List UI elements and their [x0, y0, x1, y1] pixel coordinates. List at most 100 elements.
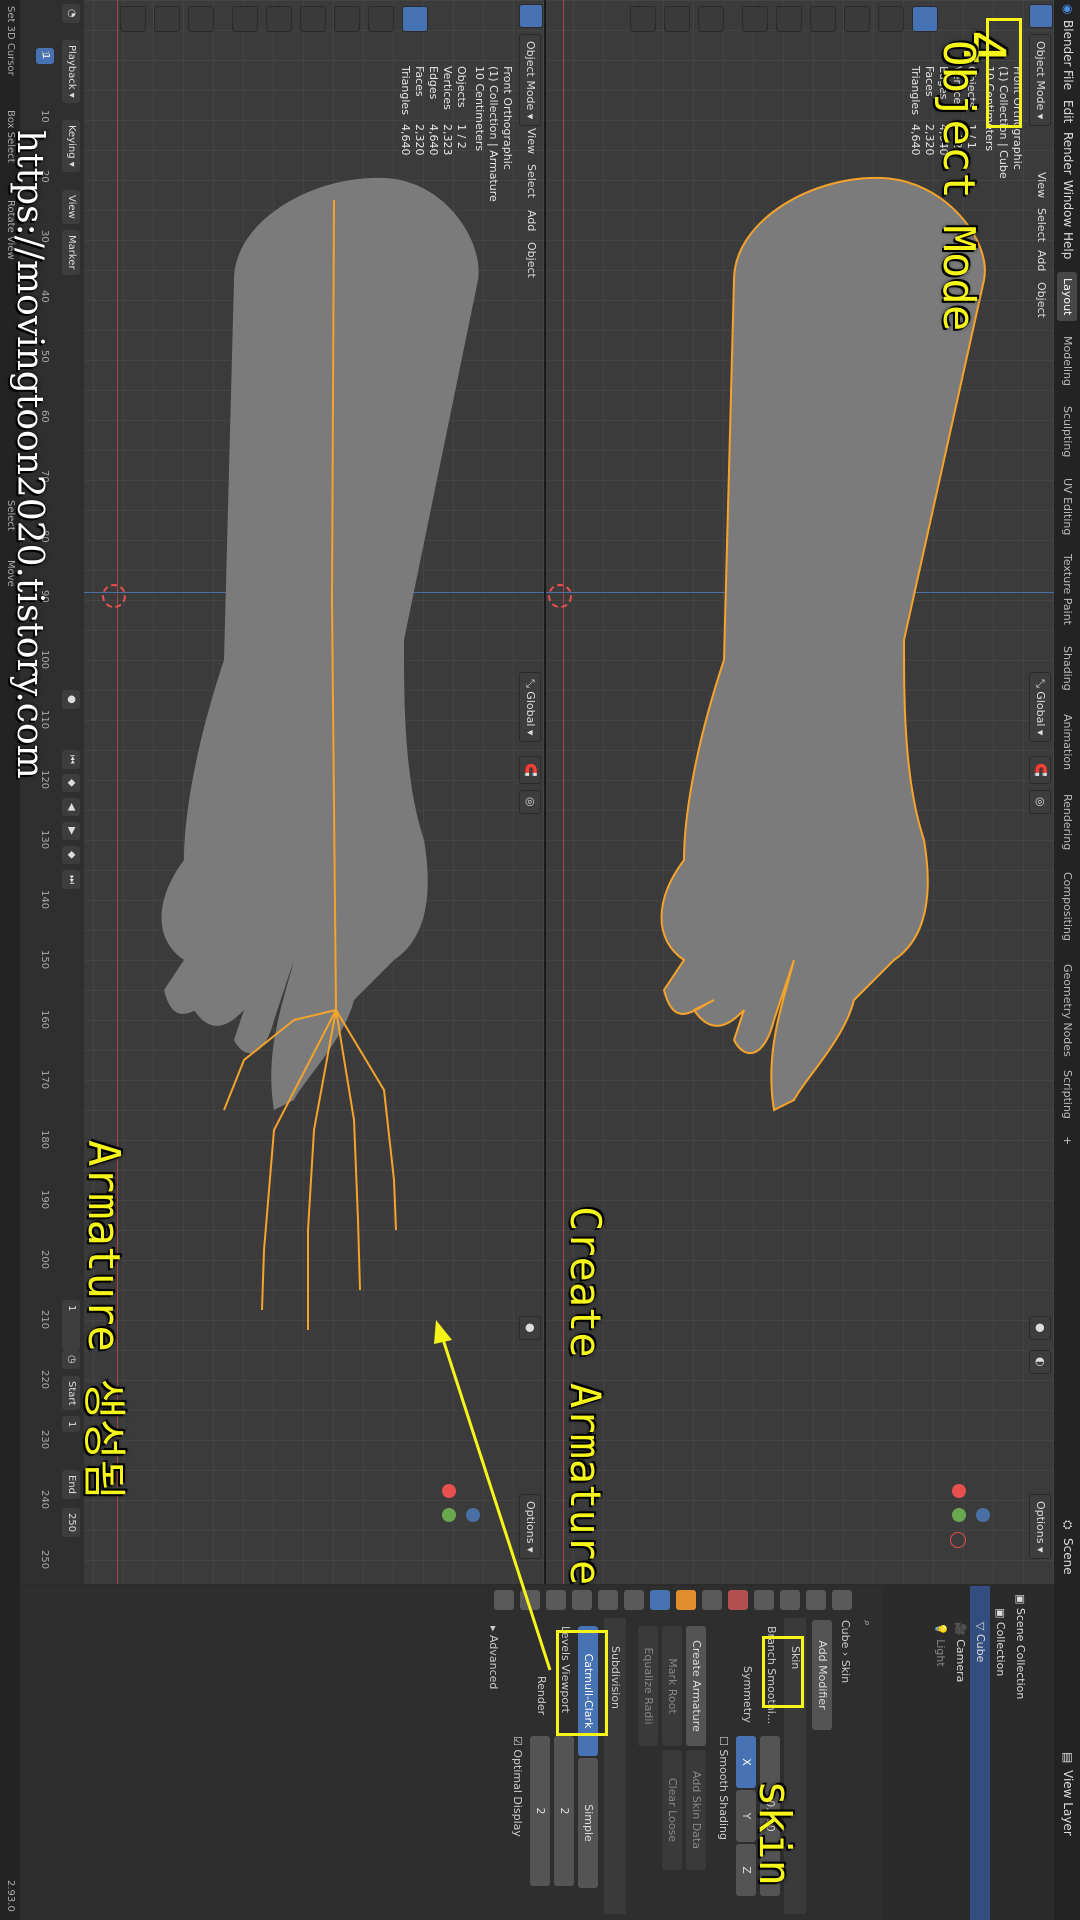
symmetry-label: Symmetry: [741, 1666, 754, 1724]
particles-tab-icon[interactable]: [624, 1590, 644, 1610]
frame-tick: 140: [39, 890, 50, 910]
frame-tick: 130: [39, 830, 50, 850]
status-set-cursor: Set 3D Cursor: [5, 6, 16, 76]
skin-highlight: [762, 1636, 804, 1708]
tab-rendering[interactable]: Rendering: [1057, 788, 1077, 856]
record-icon[interactable]: ●: [62, 690, 80, 709]
jump-end-icon[interactable]: ⏭: [62, 870, 80, 889]
frame-tick: 180: [39, 1130, 50, 1150]
jump-keyframe-back-icon[interactable]: ◆: [62, 774, 80, 792]
object-tab-icon[interactable]: [676, 1590, 696, 1610]
frame-tick: 190: [39, 1190, 50, 1210]
playback-menu[interactable]: Playback ▾: [62, 40, 80, 103]
view-layer-icon[interactable]: ▤: [1061, 1752, 1075, 1763]
armature-created-annotation: Armature 생성됨: [78, 1140, 129, 1500]
view-menu[interactable]: View: [62, 190, 80, 224]
app-title: Blender: [1061, 20, 1075, 67]
tab-layout[interactable]: Layout: [1057, 272, 1077, 322]
outliner-row-scene-collection[interactable]: ▣ Scene Collection: [1010, 1586, 1030, 1920]
menu-render[interactable]: Render: [1061, 132, 1075, 175]
outliner-row-collection[interactable]: ▣ Collection: [990, 1586, 1010, 1920]
render-levels-field[interactable]: 2: [530, 1736, 550, 1886]
scene-tab-icon[interactable]: [728, 1590, 748, 1610]
frame-tick: 170: [39, 1070, 50, 1090]
frame-tick: 160: [39, 1010, 50, 1030]
frame-tick: 220: [39, 1370, 50, 1390]
frame-tick: 250: [39, 1550, 50, 1570]
clear-loose-button[interactable]: Clear Loose: [662, 1750, 682, 1870]
marker-menu[interactable]: Marker: [62, 230, 80, 275]
jump-keyframe-forward-icon[interactable]: ◆: [62, 846, 80, 864]
search-icon[interactable]: ⌕: [860, 1620, 874, 1626]
outliner-row-camera[interactable]: 🎥 Camera: [950, 1586, 970, 1920]
create-armature-annotation: Create Armature: [561, 1206, 610, 1586]
tab-geometry-nodes[interactable]: Geometry Nodes: [1057, 958, 1077, 1063]
tab-shading[interactable]: Shading: [1057, 640, 1077, 697]
tab-compositing[interactable]: Compositing: [1057, 866, 1077, 947]
play-icon[interactable]: ▶: [62, 822, 80, 840]
menu-window[interactable]: Window: [1061, 180, 1075, 227]
world-tab-icon[interactable]: [702, 1590, 722, 1610]
frame-tick: 10: [39, 110, 50, 123]
output-tab-icon[interactable]: [780, 1590, 800, 1610]
create-armature-button[interactable]: Create Armature: [686, 1626, 706, 1746]
outliner-row-light[interactable]: 💡 Light: [930, 1586, 950, 1920]
tab-texture-paint[interactable]: Texture Paint: [1057, 548, 1077, 631]
skin-annotation: skin: [749, 1780, 800, 1886]
subdivision-modifier-name[interactable]: Subdivision: [609, 1646, 622, 1709]
equalize-radii-button[interactable]: Equalize Radii: [638, 1626, 658, 1746]
play-reverse-icon[interactable]: ◀: [62, 798, 80, 816]
watermark: https://movingtoon2020.tistory.com: [9, 130, 50, 779]
navigation-gizmo[interactable]: [924, 1480, 994, 1550]
breadcrumb: Cube › Skin: [839, 1620, 852, 1684]
constraints-tab-icon[interactable]: [572, 1590, 592, 1610]
modifier-tab-icon[interactable]: [650, 1590, 670, 1610]
frame-tick: 240: [39, 1490, 50, 1510]
keying-menu[interactable]: Keying ▾: [62, 120, 80, 172]
frame-tick: 150: [39, 950, 50, 970]
bone-pinky: [335, 1009, 397, 1231]
tab-animation[interactable]: Animation: [1057, 708, 1077, 776]
pointer-arrow: [434, 1320, 552, 1671]
menu-edit[interactable]: Edit: [1061, 100, 1075, 123]
editor-type-icon[interactable]: ◔: [62, 4, 80, 23]
frame-tick: 210: [39, 1310, 50, 1330]
render-tab-icon[interactable]: [806, 1590, 826, 1610]
blender-logo-icon[interactable]: ◉: [1061, 4, 1075, 14]
top-bar: ◉ Blender File Edit Render Window Help L…: [1054, 0, 1080, 1920]
tab-uv-editing[interactable]: UV Editing: [1057, 472, 1077, 541]
scene-icon[interactable]: ⛭: [1060, 1520, 1075, 1530]
frame-tick: 230: [39, 1430, 50, 1450]
jump-start-icon[interactable]: ⏮: [62, 750, 80, 769]
physics-tab-icon[interactable]: [598, 1590, 618, 1610]
version-label: 2.93.0: [5, 1880, 16, 1912]
arm-mesh[interactable]: [161, 177, 479, 1110]
outliner-row-cube[interactable]: ▽ Cube: [970, 1586, 990, 1920]
blender-window: ◉ Blender File Edit Render Window Help L…: [0, 0, 1080, 1920]
view-layer-selector[interactable]: View Layer: [1061, 1770, 1075, 1836]
levels-viewport-field[interactable]: 2: [554, 1736, 574, 1886]
menu-file[interactable]: File: [1061, 70, 1075, 90]
add-skin-data-button[interactable]: Add Skin Data: [686, 1750, 706, 1870]
smooth-shading-checkbox[interactable]: ☐ Smooth Shading: [717, 1736, 730, 1840]
view-layer-tab-icon[interactable]: [754, 1590, 774, 1610]
tool-tab-icon[interactable]: [832, 1590, 852, 1610]
create-armature-highlight: [556, 1630, 608, 1736]
add-modifier-button[interactable]: Add Modifier: [812, 1620, 832, 1730]
object-mode-highlight: [986, 18, 1022, 128]
menu-help[interactable]: Help: [1061, 232, 1075, 259]
simple-toggle[interactable]: Simple: [578, 1758, 598, 1888]
tab-sculpting[interactable]: Sculpting: [1057, 400, 1077, 463]
outliner[interactable]: ▣ Scene Collection ▣ Collection ▽ Cube 🎥…: [884, 1586, 1054, 1920]
add-workspace-button[interactable]: +: [1057, 1130, 1077, 1151]
tab-scripting[interactable]: Scripting: [1057, 1064, 1077, 1125]
frame-tick: 200: [39, 1250, 50, 1270]
mark-root-button[interactable]: Mark Root: [662, 1626, 682, 1746]
optimal-display-checkbox[interactable]: ☑ Optimal Display: [511, 1736, 524, 1837]
end-frame-field[interactable]: 250: [62, 1508, 80, 1538]
object-mode-annotation: Object Mode: [933, 40, 984, 332]
frame-tick: 1: [39, 50, 50, 57]
bone-ring: [335, 1009, 361, 1291]
scene-selector[interactable]: Scene: [1061, 1538, 1075, 1575]
tab-modeling[interactable]: Modeling: [1057, 330, 1077, 392]
